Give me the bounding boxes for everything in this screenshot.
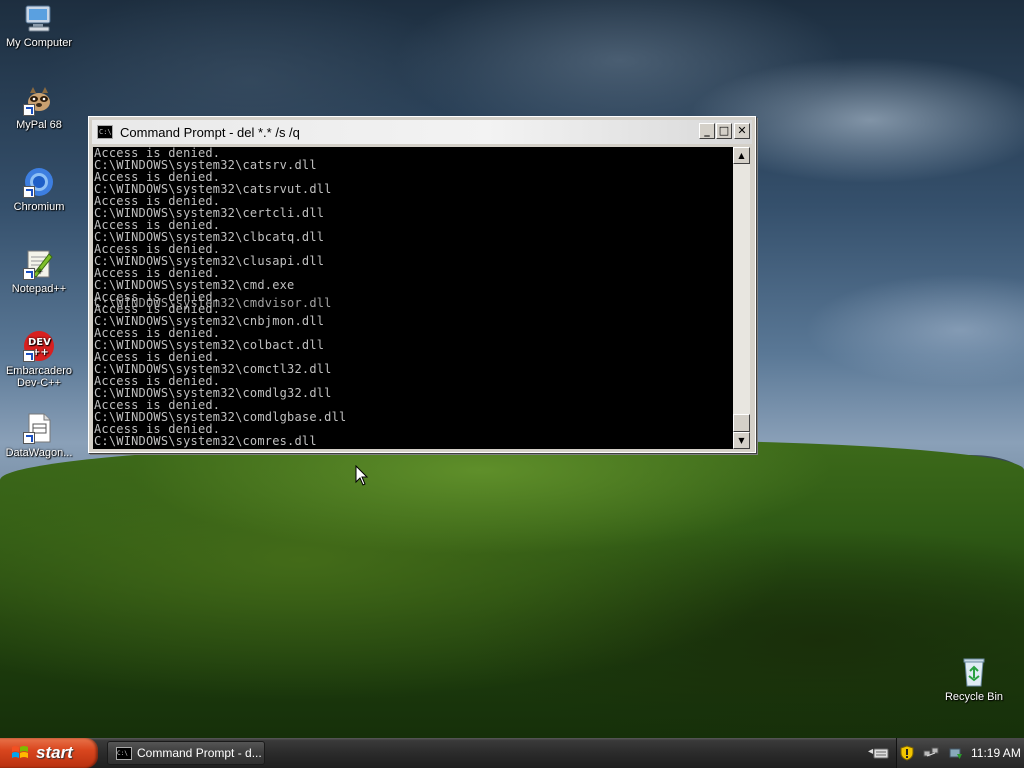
recycle-bin-icon bbox=[958, 656, 990, 688]
desktop-icon-label: MyPal 68 bbox=[16, 119, 62, 131]
clock[interactable]: 11:19 AM bbox=[971, 746, 1021, 760]
vertical-scrollbar[interactable]: ▲ ▼ bbox=[733, 147, 750, 449]
close-button[interactable]: ✕ bbox=[734, 123, 750, 139]
desktop-icon-label: Notepad++ bbox=[11, 283, 67, 295]
shortcut-arrow-icon bbox=[23, 268, 35, 280]
start-button[interactable]: start bbox=[0, 738, 98, 768]
mouse-cursor-icon bbox=[355, 465, 369, 486]
datawagon-icon bbox=[23, 412, 55, 444]
desktop-icon-notepad-plus-plus[interactable]: ++ Notepad++ bbox=[0, 248, 79, 295]
network-icon[interactable] bbox=[923, 745, 939, 761]
desktop-icon-recycle-bin[interactable]: Recycle Bin bbox=[934, 656, 1014, 703]
window-titlebar[interactable]: C:\ Command Prompt - del *.* /s /q _ □ ✕ bbox=[92, 120, 752, 144]
scroll-up-button[interactable]: ▲ bbox=[733, 147, 750, 164]
desktop-icon-mypal[interactable]: MyPal 68 bbox=[0, 84, 79, 131]
minimize-button[interactable]: _ bbox=[699, 123, 715, 139]
desktop: My Computer MyPal 68 Chromium ++ Notepad… bbox=[0, 0, 1024, 738]
desktop-icon-label: Chromium bbox=[13, 201, 65, 213]
console-lines: Access is denied. C:\WINDOWS\system32\cat… bbox=[93, 147, 733, 447]
notepad-plus-plus-icon: ++ bbox=[23, 248, 55, 280]
wallpaper-hills bbox=[0, 440, 1024, 738]
console-output[interactable]: Access is denied. C:\WINDOWS\system32\cat… bbox=[93, 147, 733, 449]
shortcut-arrow-icon bbox=[23, 350, 35, 362]
console-app-icon[interactable]: C:\ bbox=[97, 125, 113, 139]
desktop-icon-label: Embarcadero Dev-C++ bbox=[5, 365, 73, 389]
security-shield-icon[interactable] bbox=[899, 745, 915, 761]
system-tray: 11:19 AM bbox=[873, 738, 1024, 768]
desktop-icon-datawagon[interactable]: DataWagon... bbox=[0, 412, 79, 459]
desktop-icon-my-computer[interactable]: My Computer bbox=[0, 2, 79, 49]
taskbar: start C:\ Command Prompt - d... ◂ 11:19 … bbox=[0, 738, 1024, 768]
console-app-icon: C:\ bbox=[116, 746, 132, 760]
desktop-icon-label: DataWagon... bbox=[5, 447, 73, 459]
desktop-icon-label: My Computer bbox=[5, 37, 73, 49]
shortcut-arrow-icon bbox=[23, 186, 35, 198]
maximize-button[interactable]: □ bbox=[716, 123, 732, 139]
taskbar-button-label: Command Prompt - d... bbox=[137, 746, 262, 760]
scroll-down-button[interactable]: ▼ bbox=[733, 432, 750, 449]
my-computer-icon bbox=[23, 2, 55, 34]
safely-remove-icon[interactable] bbox=[947, 745, 963, 761]
windows-flag-icon bbox=[12, 746, 28, 758]
start-label: start bbox=[36, 743, 73, 762]
keyboard-icon[interactable] bbox=[873, 745, 889, 761]
taskbar-button-command-prompt[interactable]: C:\ Command Prompt - d... bbox=[107, 741, 265, 765]
chromium-icon bbox=[23, 166, 55, 198]
shortcut-arrow-icon bbox=[23, 432, 35, 444]
shortcut-arrow-icon bbox=[23, 104, 35, 116]
desktop-icon-label: Recycle Bin bbox=[944, 691, 1004, 703]
desktop-icon-devcpp[interactable]: DEV ++ Embarcadero Dev-C++ bbox=[0, 330, 79, 389]
devcpp-icon: DEV ++ bbox=[23, 330, 55, 362]
scrollbar-thumb[interactable] bbox=[733, 414, 750, 432]
desktop-icon-chromium[interactable]: Chromium bbox=[0, 166, 79, 213]
console-line: C:\WINDOWS\system32\comres.dll bbox=[94, 434, 317, 448]
mypal-icon bbox=[23, 84, 55, 116]
command-prompt-window[interactable]: C:\ Command Prompt - del *.* /s /q _ □ ✕… bbox=[88, 116, 756, 453]
window-title: Command Prompt - del *.* /s /q bbox=[120, 124, 300, 140]
